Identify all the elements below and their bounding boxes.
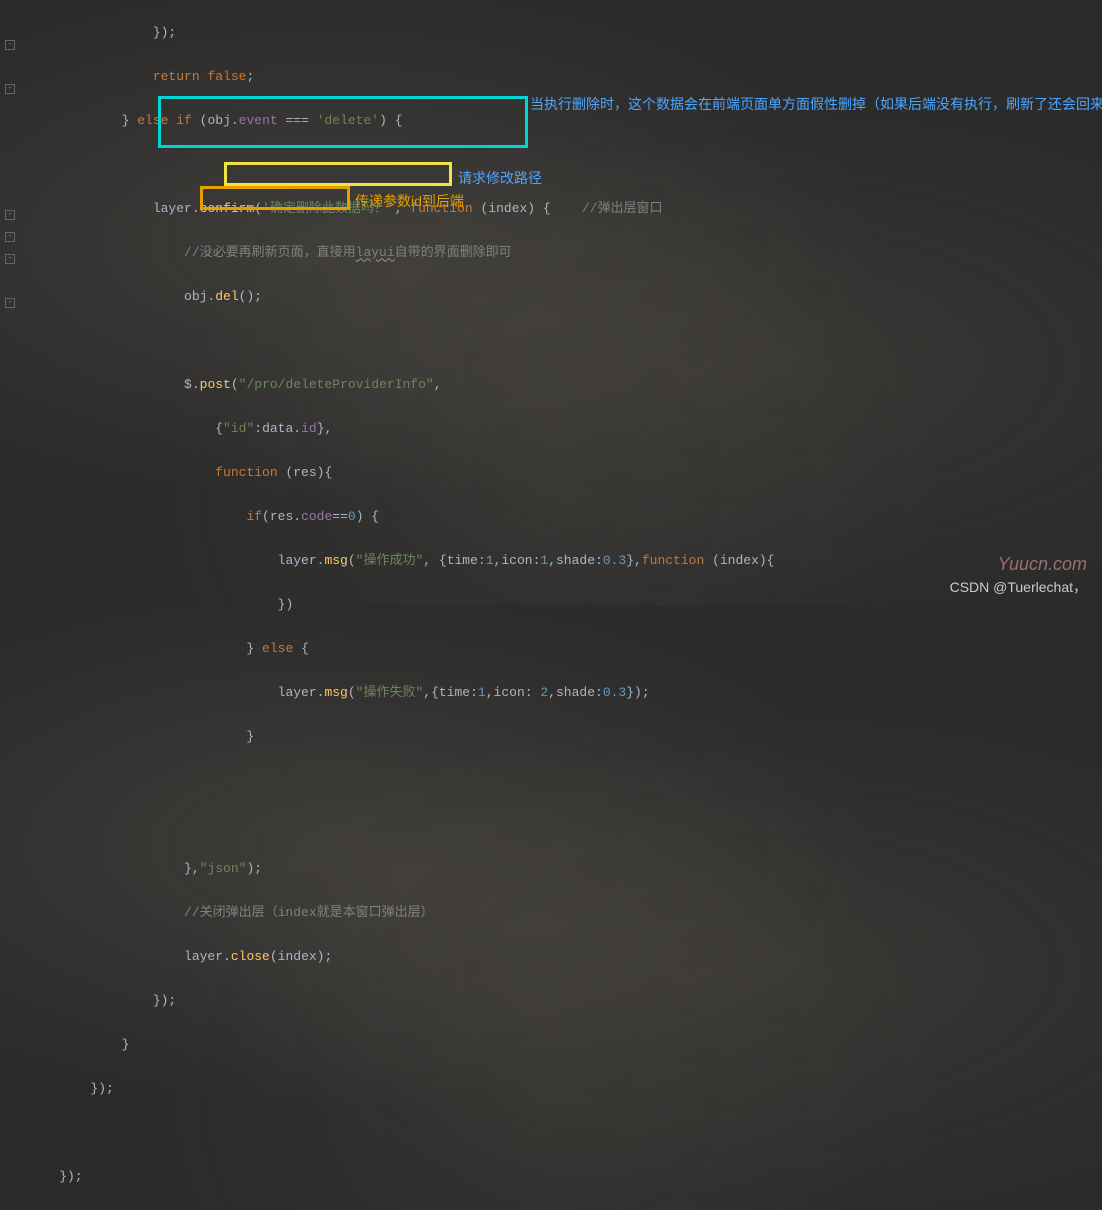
code-text: (	[231, 377, 239, 392]
fold-marker[interactable]: -	[5, 298, 15, 308]
fold-marker[interactable]: -	[5, 232, 15, 242]
keyword: else	[137, 113, 168, 128]
comment: 自带的界面删除即可	[395, 245, 512, 260]
fold-marker[interactable]: -	[5, 84, 15, 94]
code-text: });	[28, 993, 176, 1008]
string: 'delete'	[317, 113, 379, 128]
watermark: Yuucn.com	[998, 554, 1087, 575]
gutter: - - - - - -	[0, 0, 20, 605]
num: 2	[540, 685, 548, 700]
code-text: layer.	[28, 201, 200, 216]
function: msg	[324, 685, 347, 700]
key: shade	[556, 553, 595, 568]
function: msg	[324, 553, 347, 568]
fold-marker[interactable]: -	[5, 210, 15, 220]
num: 1	[478, 685, 486, 700]
code-text: ();	[239, 289, 262, 304]
keyword: function	[642, 553, 704, 568]
fold-marker[interactable]: -	[5, 40, 15, 50]
code-text: (index);	[270, 949, 332, 964]
code-text: }	[28, 641, 262, 656]
code-text: obj.	[28, 289, 215, 304]
code-text: );	[246, 861, 262, 876]
string: "/pro/deleteProviderInfo"	[239, 377, 434, 392]
key: icon	[501, 553, 532, 568]
code-text: (res.	[262, 509, 301, 524]
keyword: else	[262, 641, 293, 656]
code-content[interactable]: }); return false; } else if (obj.event =…	[20, 0, 1102, 605]
code-text: $.	[28, 377, 200, 392]
code-text: layer.	[28, 685, 324, 700]
property: event	[239, 113, 278, 128]
keyword: if	[246, 509, 262, 524]
function: confirm	[200, 201, 255, 216]
code-text: (index){	[704, 553, 774, 568]
code-text: ,{	[423, 685, 439, 700]
num: 0.3	[603, 685, 626, 700]
attribution: CSDN @Tuerlechat，	[950, 577, 1087, 597]
num: 1	[486, 553, 494, 568]
comment: //关闭弹出层（index就是本窗口弹出层）	[184, 905, 434, 920]
string: "id"	[223, 421, 254, 436]
code-text: (	[254, 201, 262, 216]
keyword: if	[176, 113, 192, 128]
code-text: }	[28, 1037, 129, 1052]
string: "操作成功"	[356, 553, 424, 568]
code-text: :data.	[254, 421, 301, 436]
keyword: function	[215, 465, 277, 480]
code-text: (	[348, 685, 356, 700]
code-text: });	[28, 1081, 114, 1096]
key: shade	[556, 685, 595, 700]
code-text: (index) {	[473, 201, 582, 216]
code-text: ==	[332, 509, 348, 524]
code-editor[interactable]: - - - - - - }); return false; } else if …	[0, 0, 1102, 605]
annotation-orange: 传递参数id到后端	[355, 190, 464, 212]
code-text: });	[28, 1169, 83, 1184]
property: code	[301, 509, 332, 524]
code-text: },	[626, 553, 642, 568]
code-text: {	[28, 421, 223, 436]
code-text: });	[626, 685, 649, 700]
code-text: ) {	[379, 113, 402, 128]
function: close	[231, 949, 270, 964]
comment: layui	[356, 245, 395, 260]
property: id	[301, 421, 317, 436]
annotation-cyan: 当执行删除时，这个数据会在前端页面单方面假性删掉（如果后端没有执行，刷新了还会回…	[530, 94, 1095, 114]
annotation-yellow: 请求修改路径	[458, 168, 542, 188]
function: del	[215, 289, 238, 304]
string: "json"	[200, 861, 247, 876]
bool: false	[207, 69, 246, 84]
code-text: layer.	[28, 949, 231, 964]
code-text: (	[348, 553, 356, 568]
code-text: }	[28, 729, 254, 744]
function: post	[200, 377, 231, 392]
fold-marker[interactable]: -	[5, 254, 15, 264]
key: time	[447, 553, 478, 568]
code-text: ,	[434, 377, 442, 392]
code-text: ) {	[356, 509, 379, 524]
code-text: , {	[423, 553, 446, 568]
keyword: return	[153, 69, 200, 84]
string: "操作失败"	[356, 685, 424, 700]
key: icon	[494, 685, 525, 700]
code-text: (res){	[278, 465, 333, 480]
number: 0	[348, 509, 356, 524]
code-text: (obj.	[192, 113, 239, 128]
code-text: layer.	[28, 553, 324, 568]
code-text: {	[293, 641, 309, 656]
code-text: },	[28, 861, 200, 876]
key: time	[439, 685, 470, 700]
comment: //弹出层窗口	[582, 201, 663, 216]
num: 1	[540, 553, 548, 568]
code-text: },	[317, 421, 333, 436]
code-text: }	[28, 113, 137, 128]
code-text: ===	[278, 113, 317, 128]
comment: //没必要再刷新页面，直接用	[184, 245, 356, 260]
num: 0.3	[603, 553, 626, 568]
code-text: });	[28, 25, 176, 40]
